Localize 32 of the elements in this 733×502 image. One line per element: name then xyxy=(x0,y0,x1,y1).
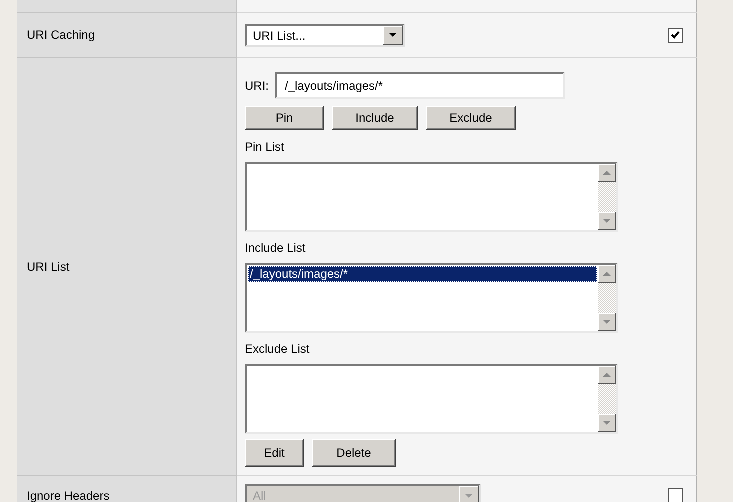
checkbox[interactable] xyxy=(668,28,683,42)
list-button[interactable]: Edit xyxy=(245,439,304,467)
check-icon xyxy=(671,31,680,39)
action-button[interactable]: Pin xyxy=(245,106,324,130)
checkbox[interactable] xyxy=(668,488,683,502)
row-label: URI List xyxy=(17,58,237,476)
list-title: Exclude List xyxy=(245,342,310,356)
scrollbar[interactable] xyxy=(598,164,616,230)
scroll-down-icon xyxy=(603,421,611,425)
action-button[interactable]: Exclude xyxy=(426,106,516,130)
list-item[interactable]: /_layouts/images/* xyxy=(248,266,597,282)
scroll-up-icon xyxy=(603,272,611,276)
scrollbar[interactable] xyxy=(598,366,616,432)
scroll-down-icon xyxy=(603,219,611,223)
scroll-up-icon xyxy=(603,373,611,377)
row-label: Ignore Headers xyxy=(17,476,237,502)
uri-field[interactable]: /_layouts/images/* xyxy=(275,72,565,99)
list-box[interactable] xyxy=(245,364,618,434)
scrollbar[interactable] xyxy=(598,265,616,331)
list-title: Pin List xyxy=(245,140,284,154)
dropdown[interactable]: URI List... xyxy=(245,24,405,46)
scroll-up-icon xyxy=(603,171,611,175)
list-box[interactable]: /_layouts/images/* xyxy=(245,263,618,333)
list-button[interactable]: Delete xyxy=(312,439,396,467)
list-box[interactable] xyxy=(245,162,618,232)
field-label: URI: xyxy=(245,78,269,92)
dropdown-arrow-icon xyxy=(465,494,473,498)
list-title: Include List xyxy=(245,241,306,255)
row-label: URI Caching xyxy=(17,13,237,58)
dropdown-arrow-icon xyxy=(389,33,397,37)
action-button[interactable]: Include xyxy=(332,106,418,130)
scroll-down-icon xyxy=(603,320,611,324)
